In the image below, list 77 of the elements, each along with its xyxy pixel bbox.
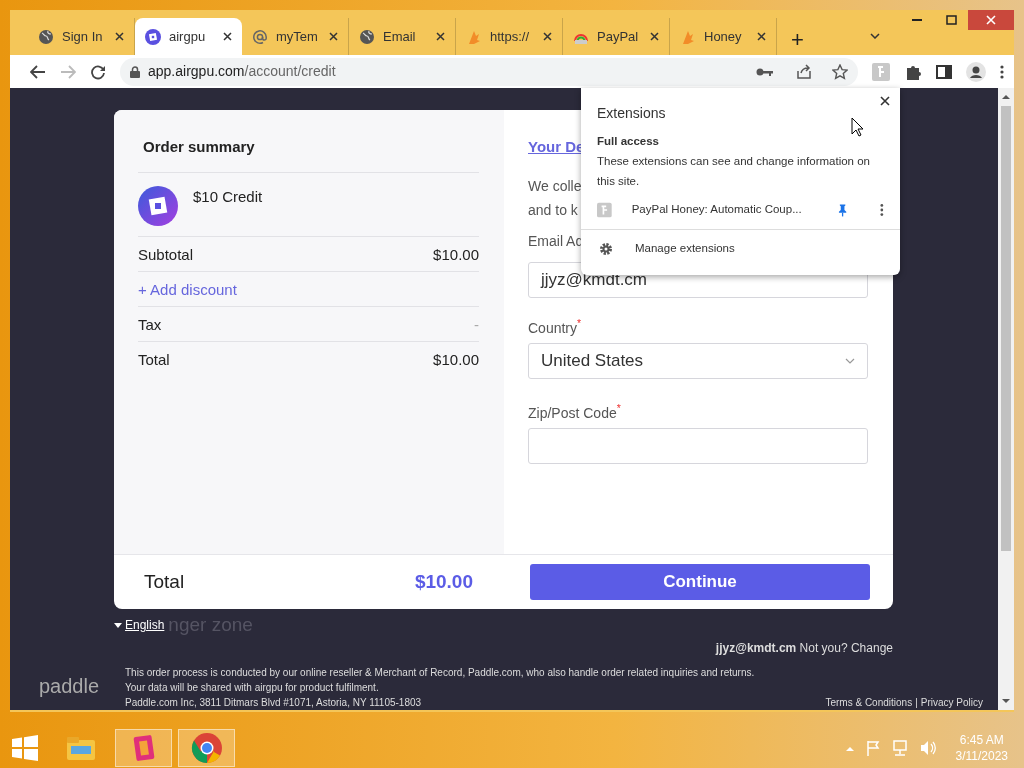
scroll-down-icon[interactable] <box>1002 696 1010 706</box>
globe-icon <box>359 28 375 45</box>
chevron-icon <box>845 357 855 364</box>
close-icon[interactable] <box>880 96 890 106</box>
popup-title: Extensions <box>597 104 666 123</box>
footer-note: Your data will be shared with airgpu for product fulfilment. <box>125 681 380 695</box>
caret-icon <box>114 622 122 628</box>
intro-text: We colle <box>528 176 582 196</box>
link-separator: | <box>915 696 918 710</box>
extension-icon <box>597 202 612 218</box>
profile-icon[interactable] <box>966 61 986 82</box>
dropdown-icon[interactable] <box>869 33 880 39</box>
globe-icon <box>38 28 54 45</box>
manage-extensions-link[interactable]: Manage extensions <box>635 239 735 258</box>
scroll-up-icon[interactable] <box>1002 92 1010 102</box>
add-discount-link[interactable]: + Add discount <box>138 278 237 299</box>
continue-button[interactable]: Continue <box>530 564 870 600</box>
maximize-icon[interactable] <box>945 15 957 25</box>
brand-logo: paddle <box>39 674 101 699</box>
country-select[interactable]: United States <box>528 342 868 379</box>
settings-icon <box>599 241 613 256</box>
close-icon[interactable] <box>329 32 338 41</box>
close-icon[interactable] <box>543 32 552 41</box>
account-text: jjyz@kmdt.cm Not you? Change <box>714 640 893 657</box>
change-link[interactable]: Change <box>850 641 893 655</box>
more-icon[interactable] <box>880 203 884 217</box>
new-tab-button[interactable]: + <box>791 29 804 51</box>
key-icon[interactable] <box>756 66 774 77</box>
row-label: Total <box>138 349 170 369</box>
section-title: Order summary <box>138 136 479 173</box>
description-text: These extensions can see and change information on this site. <box>597 154 871 189</box>
reload-icon[interactable] <box>90 63 106 80</box>
footer-note: Paddle.com Inc, 3811 Ditmars Blvd #1071, Astoria, NY 11105-1803 <box>125 696 423 710</box>
menu-icon[interactable] <box>1000 64 1004 79</box>
input-field[interactable] <box>528 427 868 464</box>
scrollbar-thumb[interactable] <box>1001 106 1011 551</box>
back-icon[interactable] <box>30 64 46 79</box>
intro-text: and to k <box>528 200 578 220</box>
product-name: $10 Credit <box>193 186 263 207</box>
field-label: Zip/Post Code$^{*}$ <box>528 402 621 423</box>
close-icon[interactable] <box>650 32 659 41</box>
star-icon[interactable] <box>832 63 848 80</box>
section-heading: Full access <box>597 134 659 149</box>
field-label: Country$^{*}$ <box>528 317 582 338</box>
footer-link[interactable]: Privacy Policy <box>920 695 983 710</box>
row-value: $10.00 <box>433 349 479 369</box>
language-link[interactable]: English <box>125 616 165 634</box>
total-amount: $10.00 <box>413 569 473 594</box>
extension-name[interactable]: PayPal Honey: Automatic Coup... <box>631 201 807 219</box>
share-icon[interactable] <box>796 63 812 80</box>
row-value: - <box>474 314 479 334</box>
cursor-icon <box>851 117 864 137</box>
lock-icon <box>130 65 140 78</box>
total-label: Total <box>144 569 186 594</box>
row-label: Subtotal <box>138 244 194 264</box>
browser-tab[interactable]: airgpu <box>135 18 242 55</box>
address-bar[interactable]: app.airgpu.com/account/credit <box>120 57 858 86</box>
url-text: app.airgpu.com/account/credit <box>148 62 336 81</box>
taskbar-app[interactable] <box>178 729 235 767</box>
close-icon[interactable] <box>757 32 766 41</box>
close-icon <box>986 15 996 25</box>
side-panel-icon[interactable] <box>936 64 952 79</box>
footer-note: This order process is conducted by our online reseller & Merchant of Record, Paddle.com, who also handle order related inquiries and returns. <box>125 666 756 680</box>
row-label: Tax <box>138 314 162 334</box>
product-logo-icon <box>138 185 178 226</box>
row-value: $10.00 <box>433 244 479 264</box>
close-icon[interactable] <box>436 32 445 41</box>
pin-icon[interactable] <box>838 203 848 217</box>
chrome-icon <box>190 732 223 764</box>
at-sign-icon <box>252 28 268 45</box>
app-logo-icon <box>145 28 161 45</box>
close-icon[interactable] <box>115 32 124 41</box>
close-button[interactable] <box>968 10 1014 30</box>
footer-link[interactable]: Terms & Conditions <box>825 695 913 710</box>
windows-start-icon[interactable] <box>12 735 38 761</box>
taskbar-app[interactable] <box>115 729 172 767</box>
close-icon[interactable] <box>223 32 232 41</box>
